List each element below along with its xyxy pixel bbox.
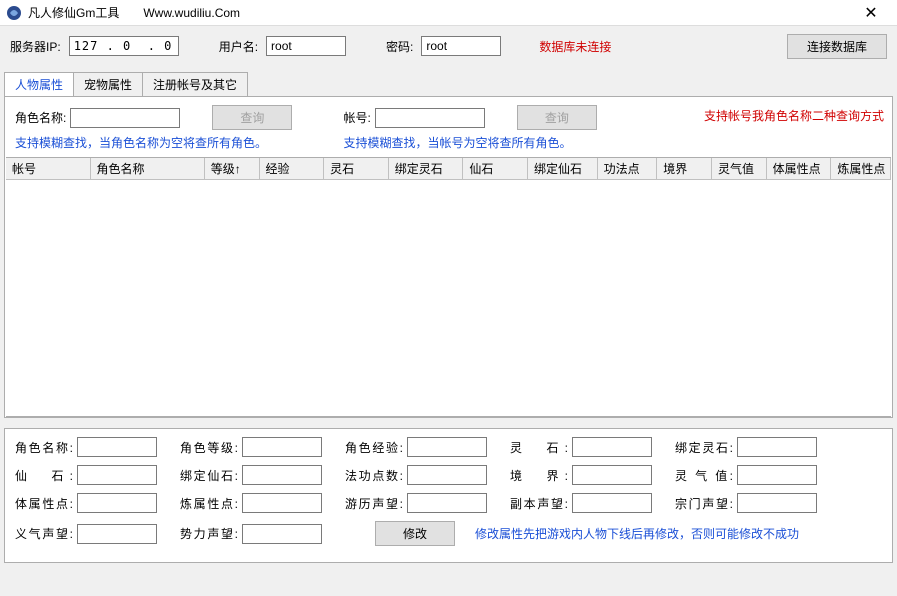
lbl-rolename: 角色名称: <box>15 439 73 456</box>
edit-bindlingshi[interactable] <box>737 437 817 457</box>
col-gongfa[interactable]: 功法点 <box>598 158 658 179</box>
col-lianshu[interactable]: 炼属性点 <box>831 158 891 179</box>
col-account[interactable]: 帐号 <box>6 158 91 179</box>
tab-pet[interactable]: 宠物属性 <box>73 72 143 96</box>
password-input[interactable] <box>421 36 501 56</box>
col-level[interactable]: 等级↑ <box>205 158 260 179</box>
col-rolename[interactable]: 角色名称 <box>91 158 205 179</box>
hint-account: 支持模糊查找，当帐号为空将查所有角色。 <box>334 132 663 157</box>
query-role-button[interactable]: 查询 <box>212 105 292 130</box>
lbl-zongmen: 宗门声望: <box>675 495 733 512</box>
edit-zongmen[interactable] <box>737 493 817 513</box>
hint-role: 支持模糊查找，当角色名称为空将查所有角色。 <box>5 132 334 157</box>
lbl-fuben: 副本声望: <box>510 495 568 512</box>
edit-lianshu[interactable] <box>242 493 322 513</box>
account-label: 帐号: <box>344 109 371 126</box>
hint-right: 支持帐号我角色名称二种查询方式 <box>704 109 884 123</box>
edit-youli[interactable] <box>407 493 487 513</box>
title-bar: 凡人修仙Gm工具 Www.wudiliu.Com ✕ <box>0 0 897 26</box>
col-exp[interactable]: 经验 <box>260 158 325 179</box>
edit-lingshi[interactable] <box>572 437 652 457</box>
col-lingqi[interactable]: 灵气值 <box>712 158 767 179</box>
edit-yiqi[interactable] <box>77 524 157 544</box>
window-title: 凡人修仙Gm工具 <box>28 4 119 21</box>
tab-bar: 人物属性 宠物属性 注册帐号及其它 <box>0 72 897 96</box>
lbl-xianshi: 仙 石: <box>15 467 73 484</box>
edit-panel: 角色名称: 角色等级: 角色经验: 灵 石: 绑定灵石: 仙 石: 绑定仙石: … <box>4 428 893 563</box>
lbl-level: 角色等级: <box>180 439 238 456</box>
result-grid[interactable]: 帐号 角色名称 等级↑ 经验 灵石 绑定灵石 仙石 绑定仙石 功法点 境界 灵气… <box>6 157 891 417</box>
db-status: 数据库未连接 <box>539 38 779 55</box>
col-jingjie[interactable]: 境界 <box>657 158 712 179</box>
col-lingshi[interactable]: 灵石 <box>324 158 389 179</box>
server-ip-input[interactable] <box>69 36 179 56</box>
edit-lingqi[interactable] <box>737 465 817 485</box>
edit-shili[interactable] <box>242 524 322 544</box>
grid-header: 帐号 角色名称 等级↑ 经验 灵石 绑定灵石 仙石 绑定仙石 功法点 境界 灵气… <box>6 158 891 180</box>
lbl-bindlingshi: 绑定灵石: <box>675 439 733 456</box>
lbl-gongfa: 法功点数: <box>345 467 403 484</box>
window-url: Www.wudiliu.Com <box>143 6 851 20</box>
role-name-label: 角色名称: <box>15 109 66 126</box>
lbl-tishu: 体属性点: <box>15 495 73 512</box>
edit-level[interactable] <box>242 437 322 457</box>
modify-button[interactable]: 修改 <box>375 521 455 546</box>
username-input[interactable] <box>266 36 346 56</box>
connect-db-button[interactable]: 连接数据库 <box>787 34 887 59</box>
edit-exp[interactable] <box>407 437 487 457</box>
col-xianshi[interactable]: 仙石 <box>463 158 528 179</box>
lbl-shili: 势力声望: <box>180 525 238 542</box>
lbl-lianshu: 炼属性点: <box>180 495 238 512</box>
modify-warning: 修改属性先把游戏内人物下线后再修改，否则可能修改不成功 <box>475 525 799 542</box>
tab-account[interactable]: 注册帐号及其它 <box>142 72 248 96</box>
lbl-yiqi: 义气声望: <box>15 525 73 542</box>
lbl-youli: 游历声望: <box>345 495 403 512</box>
col-bindxianshi[interactable]: 绑定仙石 <box>528 158 598 179</box>
app-icon <box>6 5 22 21</box>
lbl-bindxianshi: 绑定仙石: <box>180 467 238 484</box>
query-account-button[interactable]: 查询 <box>517 105 597 130</box>
edit-jingjie[interactable] <box>572 465 652 485</box>
lbl-lingqi: 灵 气 值: <box>675 467 733 484</box>
ip-label: 服务器IP: <box>10 38 61 55</box>
edit-tishu[interactable] <box>77 493 157 513</box>
lbl-jingjie: 境 界: <box>510 467 568 484</box>
edit-xianshi[interactable] <box>77 465 157 485</box>
lbl-lingshi: 灵 石: <box>510 439 568 456</box>
close-icon[interactable]: ✕ <box>851 3 891 23</box>
edit-gongfa[interactable] <box>407 465 487 485</box>
edit-bindxianshi[interactable] <box>242 465 322 485</box>
account-input[interactable] <box>375 108 485 128</box>
connection-row: 服务器IP: 用户名: 密码: 数据库未连接 连接数据库 <box>0 26 897 66</box>
role-name-input[interactable] <box>70 108 180 128</box>
password-label: 密码: <box>386 38 413 55</box>
col-tishu[interactable]: 体属性点 <box>767 158 832 179</box>
edit-rolename[interactable] <box>77 437 157 457</box>
main-panel: 角色名称: 查询 支持模糊查找，当角色名称为空将查所有角色。 帐号: 查询 支持… <box>4 96 893 418</box>
lbl-exp: 角色经验: <box>345 439 403 456</box>
tab-character[interactable]: 人物属性 <box>4 72 74 96</box>
edit-fuben[interactable] <box>572 493 652 513</box>
username-label: 用户名: <box>219 38 258 55</box>
col-bindlingshi[interactable]: 绑定灵石 <box>389 158 464 179</box>
